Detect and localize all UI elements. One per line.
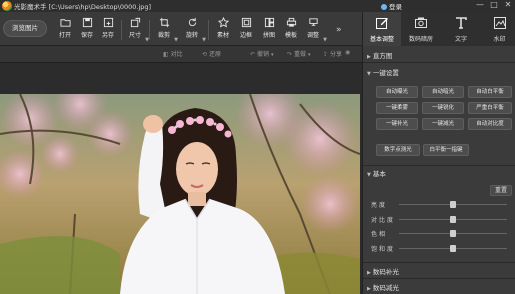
resize-icon: [130, 17, 140, 28]
toolbar-divider: [121, 20, 122, 40]
slider-knob[interactable]: [450, 216, 456, 223]
resize-button[interactable]: 尺寸 ▼: [124, 16, 149, 44]
compare-button[interactable]: ◧ 对比: [163, 49, 183, 58]
more-chevron-icon[interactable]: »: [336, 25, 342, 35]
app-title: 光影魔术手 [C:\Users\hp\Desktop\0000.jpg]: [14, 3, 152, 11]
strict-white-balance-button[interactable]: 严重白平衡: [468, 102, 512, 114]
material-button[interactable]: 素材: [212, 16, 234, 44]
share-button[interactable]: ⇪ 分享: [323, 49, 342, 58]
reset-button[interactable]: 重置: [490, 185, 512, 196]
text-icon: [456, 17, 467, 29]
digital-fill-light-section[interactable]: ▶ 数码补光: [367, 266, 399, 276]
watermark-icon: [493, 17, 506, 29]
camera-icon: ◉: [345, 49, 351, 56]
portrait-photo: [0, 94, 360, 294]
main-toolbar: 浏览图片 打开 保存 另存 尺寸 ▼ 裁剪 ▼ 旋转 ▼ 素材 边框 拼图 模板…: [0, 12, 362, 46]
printer-icon: [286, 17, 296, 27]
panel-tabs: 基本调整 数码暗房 文字 水印: [363, 12, 515, 46]
crop-button[interactable]: 裁剪 ▼: [153, 16, 178, 44]
digital-reduce-light-section[interactable]: ▶ 数码减光: [367, 282, 399, 292]
undo-icon: ↶: [250, 51, 256, 58]
snapshot-button[interactable]: ◉: [345, 49, 352, 56]
saturation-slider[interactable]: 饱和度: [363, 242, 515, 254]
open-button[interactable]: 打开: [54, 16, 76, 44]
sub-toolbar: ◧ 对比 ⟲ 还原 ↶ 撤销 ▾ ↷ 重做 ▾ ⇪ 分享 ◉: [0, 46, 362, 63]
chevron-down-icon[interactable]: ▼: [323, 37, 327, 43]
canvas-background: [0, 63, 362, 94]
undo-button[interactable]: ↶ 撤销 ▾: [250, 49, 274, 58]
browse-images-button[interactable]: 浏览图片: [3, 20, 47, 37]
material-icon: [217, 17, 229, 28]
darkroom-icon: [415, 17, 427, 28]
redo-button[interactable]: ↷ 重做 ▾: [287, 49, 311, 58]
adjust-icon: [308, 18, 318, 26]
auto-contrast-button[interactable]: 自动对比度: [468, 118, 512, 130]
collage-button[interactable]: 拼图: [258, 16, 280, 44]
photo-canvas[interactable]: [0, 94, 360, 294]
restore-button[interactable]: ⟲ 还原: [202, 49, 221, 58]
save-button[interactable]: 保存: [76, 16, 98, 44]
template-button[interactable]: 模板: [280, 16, 302, 44]
fill-light-button[interactable]: 一键补光: [376, 118, 418, 130]
border-button[interactable]: 边框: [235, 16, 257, 44]
login-button[interactable]: 登录: [381, 1, 402, 11]
auto-white-balance-button[interactable]: 自动白平衡: [468, 86, 512, 98]
histogram-section[interactable]: ▶ 直方图: [367, 50, 392, 60]
divider: [363, 165, 515, 166]
save-icon: [82, 17, 92, 28]
divider: [363, 262, 515, 263]
tab-basic-adjust[interactable]: 基本调整: [363, 12, 401, 46]
rotate-button[interactable]: 旋转 ▼: [181, 16, 206, 44]
one-click-section[interactable]: ▼ 一键设置: [367, 67, 399, 77]
tab-text[interactable]: 文字: [445, 12, 477, 46]
border-icon: [241, 17, 251, 28]
tab-digital-darkroom[interactable]: 数码暗房: [401, 12, 441, 46]
auto-dark-button[interactable]: 自动暗光: [422, 86, 464, 98]
minimize-button[interactable]: —: [473, 0, 487, 11]
chevron-down-icon: ▼: [367, 71, 371, 77]
maximize-button[interactable]: □: [487, 0, 501, 11]
close-button[interactable]: ✕: [501, 0, 515, 11]
brightness-slider[interactable]: 亮度: [363, 198, 515, 210]
chevron-down-icon[interactable]: ▼: [202, 37, 206, 43]
adjust-button[interactable]: 调整 ▼: [302, 16, 327, 44]
slider-knob[interactable]: [450, 245, 456, 252]
auto-exposure-button[interactable]: 自动曝光: [376, 86, 418, 98]
spot-metering-button[interactable]: 数字点测光: [376, 144, 420, 156]
share-icon: ⇪: [323, 51, 329, 58]
hue-slider[interactable]: 色相: [363, 227, 515, 239]
chevron-right-icon: ▶: [367, 270, 371, 276]
edit-icon: [376, 18, 388, 29]
reduce-light-button[interactable]: 一键减光: [422, 118, 464, 130]
title-bar: 光影魔术手 [C:\Users\hp\Desktop\0000.jpg] 登录 …: [0, 0, 515, 12]
slider-knob[interactable]: [450, 201, 456, 208]
chevron-down-icon: ▼: [367, 172, 371, 178]
compare-icon: ◧: [163, 51, 169, 58]
chevron-down-icon[interactable]: ▼: [174, 37, 178, 43]
restore-icon: ⟲: [202, 51, 208, 58]
save-as-icon: [103, 17, 113, 28]
sharpen-button[interactable]: 一键锐化: [422, 102, 464, 114]
tab-watermark[interactable]: 水印: [483, 12, 515, 46]
soft-fog-button[interactable]: 一键柔雾: [376, 102, 418, 114]
save-as-button[interactable]: 另存: [97, 16, 119, 44]
toolbar-divider: [208, 20, 209, 40]
contrast-slider[interactable]: 对比度: [363, 213, 515, 225]
collage-icon: [264, 17, 274, 28]
crop-icon: [159, 17, 169, 28]
chevron-right-icon: ▶: [367, 54, 371, 60]
slider-knob[interactable]: [450, 230, 456, 237]
adjustment-panel: 基本调整 数码暗房 文字 水印 ▶ 直方图 ▼ 一键设置 自动曝光 自动暗光 自动白…: [362, 12, 515, 294]
redo-icon: ↷: [287, 51, 293, 58]
app-logo-icon: [2, 1, 12, 11]
rotate-icon: [188, 17, 196, 27]
folder-icon: [59, 19, 71, 27]
basic-section[interactable]: ▼ 基本: [367, 168, 386, 178]
toolbar-divider: [149, 20, 150, 40]
divider: [363, 278, 515, 279]
divider: [363, 62, 515, 63]
white-balance-picker-button[interactable]: 白平衡一指键: [423, 144, 469, 156]
chevron-right-icon: ▶: [367, 286, 371, 292]
